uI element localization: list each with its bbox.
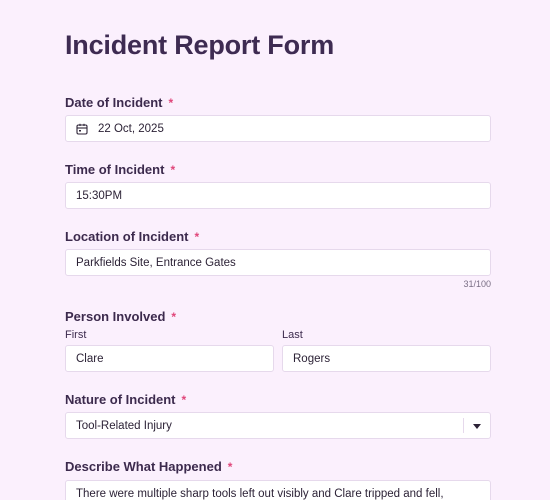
person-label: Person Involved * xyxy=(65,309,176,324)
required-marker: * xyxy=(171,310,177,324)
time-label-text: Time of Incident xyxy=(65,162,165,177)
last-name-field[interactable]: Rogers xyxy=(282,345,491,372)
required-marker: * xyxy=(194,230,200,244)
last-name-value: Rogers xyxy=(293,352,331,365)
required-marker: * xyxy=(170,163,176,177)
location-value: Parkfields Site, Entrance Gates xyxy=(76,256,236,269)
form-title: Incident Report Form xyxy=(65,30,335,60)
character-counter: 31/100 xyxy=(463,279,491,289)
location-label-text: Location of Incident xyxy=(65,229,189,244)
date-field[interactable]: 22 Oct, 2025 xyxy=(65,115,491,142)
last-name-label: Last xyxy=(282,329,303,341)
location-field[interactable]: Parkfields Site, Entrance Gates xyxy=(65,249,491,276)
required-marker: * xyxy=(181,393,187,407)
time-field[interactable]: 15:30PM xyxy=(65,182,491,209)
date-value: 22 Oct, 2025 xyxy=(98,122,164,135)
nature-select[interactable]: Tool-Related Injury xyxy=(65,412,491,439)
describe-label: Describe What Happened * xyxy=(65,459,232,474)
first-name-label: First xyxy=(65,329,87,341)
first-name-field[interactable]: Clare xyxy=(65,345,274,372)
select-divider xyxy=(463,418,464,433)
time-value: 15:30PM xyxy=(76,189,123,202)
nature-label: Nature of Incident * xyxy=(65,392,186,407)
first-name-value: Clare xyxy=(76,352,104,365)
location-label: Location of Incident * xyxy=(65,229,199,244)
required-marker: * xyxy=(168,96,174,110)
date-label-text: Date of Incident xyxy=(65,95,163,110)
describe-label-text: Describe What Happened xyxy=(65,459,222,474)
nature-value: Tool-Related Injury xyxy=(76,419,172,432)
calendar-icon xyxy=(76,123,88,135)
date-label: Date of Incident * xyxy=(65,95,173,110)
incident-report-page: Incident Report Form Date of Incident * 2… xyxy=(0,0,550,500)
required-marker: * xyxy=(227,460,233,474)
person-label-text: Person Involved xyxy=(65,309,166,324)
describe-textarea[interactable]: There were multiple sharp tools left out… xyxy=(65,480,491,500)
time-label: Time of Incident * xyxy=(65,162,175,177)
nature-label-text: Nature of Incident xyxy=(65,392,176,407)
chevron-down-icon[interactable] xyxy=(473,424,481,429)
